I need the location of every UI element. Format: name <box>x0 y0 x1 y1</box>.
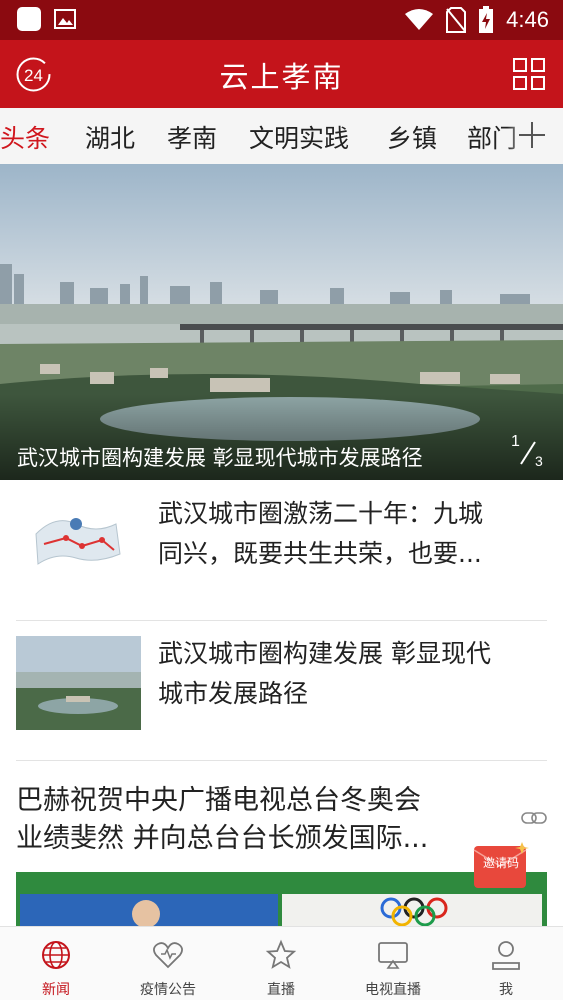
feature-title[interactable]: 巴赫祝贺中央广播电视总台冬奥会 业绩斐然 并向总台台长颁发国际... <box>16 782 516 858</box>
news-item[interactable]: 武汉城市圈激荡二十年：九城 同兴，既要共生共荣，也要... <box>16 494 547 604</box>
divider <box>16 760 547 761</box>
grid-menu-icon[interactable] <box>513 58 545 90</box>
news-thumbnail <box>16 636 141 730</box>
feature-title-line: 业绩斐然 并向总台台长颁发国际... <box>16 823 429 854</box>
page-title: 云上孝南 <box>219 60 344 94</box>
nav-label: 直播 <box>267 982 295 998</box>
nav-label: 新闻 <box>42 982 70 998</box>
city-river-photo <box>0 164 563 480</box>
app-header: 24 云上孝南 <box>0 40 563 108</box>
nav-label: 疫情公告 <box>140 982 196 998</box>
app-screen: 4:46 24 云上孝南 头条 湖北 孝南 文明实践 乡镇 部门 武汉城市圈构建… <box>0 0 563 1000</box>
nav-label: 电视直播 <box>365 982 421 998</box>
no-sim-icon <box>446 7 467 33</box>
status-bar: 4:46 <box>0 0 563 40</box>
tab-towns[interactable]: 乡镇 <box>387 119 437 155</box>
invite-code-button[interactable]: 邀请码 <box>472 840 530 890</box>
nav-live[interactable]: 直播 <box>225 927 337 1000</box>
bottom-navigation: 新闻 疫情公告 直播 电视直播 我 <box>0 926 563 1000</box>
feature-title-line: 巴赫祝贺中央广播电视总台冬奥会 <box>16 785 421 816</box>
news-item[interactable]: 武汉城市圈构建发展 彰显现代 城市发展路径 <box>16 634 547 744</box>
wifi-icon <box>405 9 434 30</box>
carousel-indicator: 1 3 <box>511 433 543 469</box>
map-thumbnail <box>16 494 140 586</box>
headline-carousel[interactable]: 武汉城市圈构建发展 彰显现代城市发展路径 1 3 <box>0 164 563 480</box>
nav-news[interactable]: 新闻 <box>0 927 112 1000</box>
feature-photo <box>16 872 547 932</box>
tab-civilization[interactable]: 文明实践 <box>249 119 349 155</box>
globe-icon <box>42 941 70 969</box>
nav-me[interactable]: 我 <box>450 927 562 1000</box>
image-notification-icon <box>54 9 76 29</box>
feature-image[interactable] <box>16 872 547 932</box>
carousel-total: 3 <box>535 453 543 469</box>
battery-charging-icon <box>479 6 494 33</box>
carousel-current: 1 <box>511 433 520 450</box>
tab-headlines[interactable]: 头条 <box>0 119 50 155</box>
banner-caption: 武汉城市圈构建发展 彰显现代城市发展路径 <box>17 446 423 470</box>
nav-tv-live[interactable]: 电视直播 <box>337 927 449 1000</box>
invite-label: 邀请码 <box>482 856 519 870</box>
clock: 4:46 <box>506 7 549 32</box>
notification-app-icon <box>17 7 41 31</box>
divider <box>16 620 547 621</box>
news-title-line: 武汉城市圈构建发展 彰显现代 <box>158 639 491 668</box>
news-title-line: 武汉城市圈激荡二十年：九城 <box>158 499 484 528</box>
nav-epidemic-notice[interactable]: 疫情公告 <box>112 927 224 1000</box>
news-title-line: 同兴，既要共生共荣，也要... <box>158 539 482 568</box>
channel-tabs: 头条 湖北 孝南 文明实践 乡镇 部门 <box>0 108 563 164</box>
user-icon <box>492 941 520 970</box>
add-channel-icon[interactable] <box>517 120 547 150</box>
news-title-line: 城市发展路径 <box>158 679 309 708</box>
link-icon <box>521 812 547 824</box>
tab-xiaonan[interactable]: 孝南 <box>167 119 217 155</box>
tv-icon <box>378 942 408 969</box>
star-icon <box>265 939 297 969</box>
tab-hubei[interactable]: 湖北 <box>85 119 135 155</box>
nav-label: 我 <box>499 982 513 998</box>
heart-icon <box>153 942 183 969</box>
